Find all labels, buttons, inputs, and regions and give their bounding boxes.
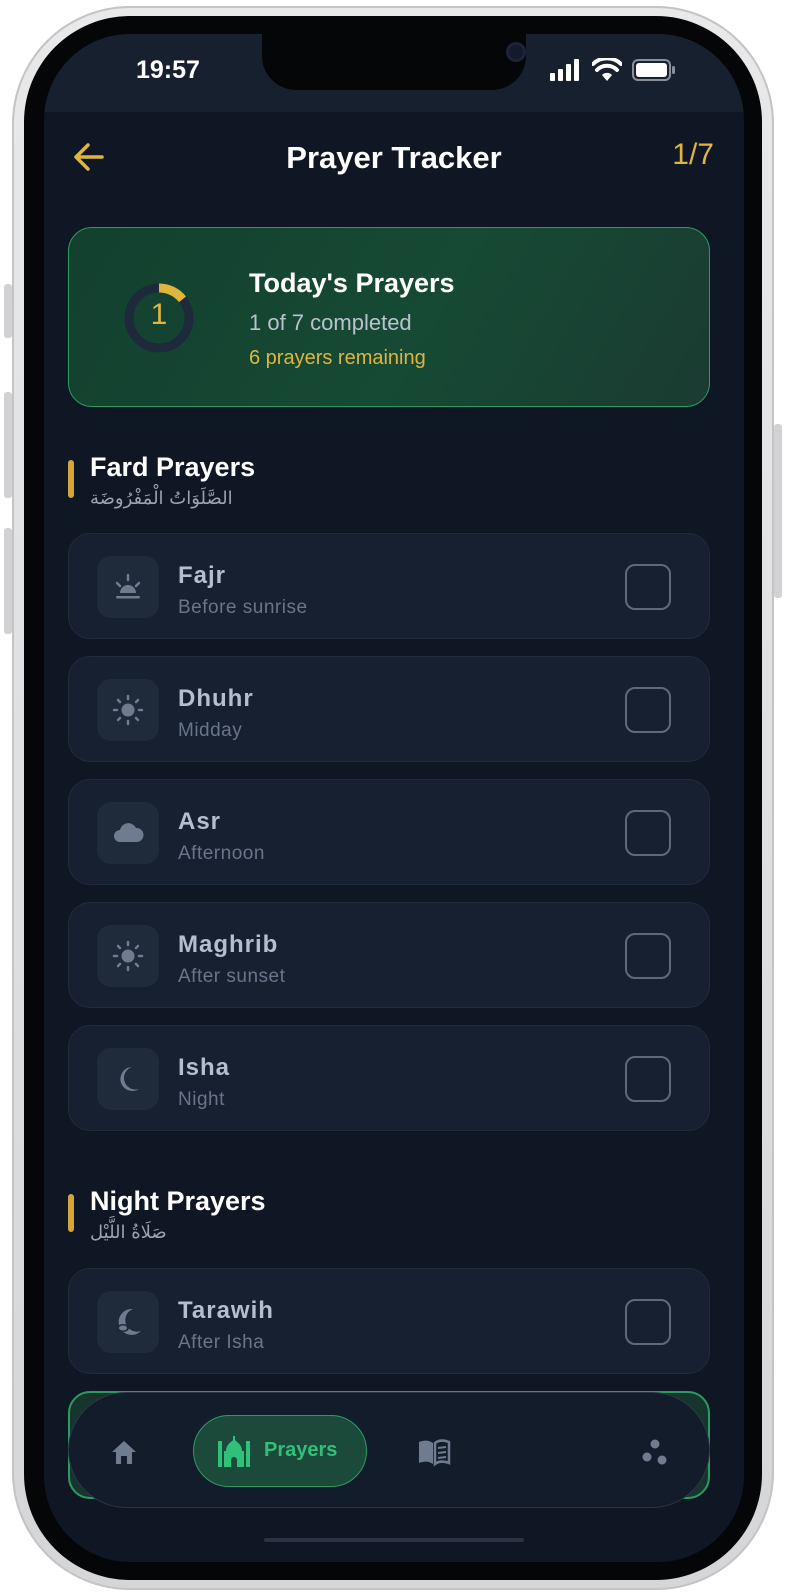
prayer-name: Tarawih [178, 1297, 274, 1324]
moon-icon[interactable] [531, 1437, 561, 1467]
moon-stars-icon [97, 1291, 159, 1353]
prayer-card-asr[interactable]: Asr Afternoon [68, 779, 710, 885]
top-bar: Prayer Tracker 1/7 [44, 112, 744, 202]
prayer-card-maghrib[interactable]: Maghrib After sunset [68, 902, 710, 1008]
camera [506, 42, 526, 62]
prayer-checkbox[interactable] [625, 1299, 671, 1345]
progress-count: 1/7 [672, 138, 714, 171]
section-title: Night Prayers [90, 1186, 266, 1216]
mosque-icon [218, 1436, 250, 1467]
prayer-checkbox[interactable] [625, 564, 671, 610]
prayer-card-dhuhr[interactable]: Dhuhr Midday [68, 656, 710, 762]
nav-item-prayers-label: Prayers [264, 1439, 338, 1461]
prayer-checkbox[interactable] [625, 1056, 671, 1102]
status-icons [550, 58, 676, 82]
silent-switch [4, 284, 12, 338]
moon-icon [97, 1048, 159, 1110]
prayer-name: Maghrib [178, 931, 279, 958]
progress-ring-value: 1 [150, 298, 168, 331]
status-time: 19:57 [136, 56, 200, 84]
summary-remaining: 6 prayers remaining [249, 347, 426, 369]
sunrise-icon [97, 556, 159, 618]
screen: 19:57 Prayer Tracker 1/7 1 Today's Praye… [44, 34, 744, 1562]
summary-title: Today's Prayers [249, 268, 455, 298]
power-button [774, 424, 782, 598]
dots-icon[interactable] [639, 1437, 669, 1467]
prayer-name: Isha [178, 1054, 231, 1081]
cloud-icon [97, 802, 159, 864]
home-indicator [264, 1538, 524, 1542]
section-accent-bar [68, 460, 74, 498]
section-accent-bar [68, 1194, 74, 1232]
section-arabic-title: صَلَاةُ اللَّيْل [90, 1222, 167, 1243]
battery-icon [632, 59, 675, 81]
page-title: Prayer Tracker [286, 140, 502, 175]
summary-completed: 1 of 7 completed [249, 310, 412, 335]
prayer-time: Midday [178, 720, 243, 741]
prayer-name: Asr [178, 808, 222, 835]
sun-icon [97, 679, 159, 741]
prayer-card-fajr[interactable]: Fajr Before sunrise [68, 533, 710, 639]
prayer-card-tarawih[interactable]: Tarawih After Isha [68, 1268, 710, 1374]
signal-icon [550, 59, 579, 81]
section-arabic-title: الصَّلَوَاتُ الْمَفْرُوضَة [90, 488, 233, 509]
home-icon[interactable] [109, 1437, 139, 1467]
prayer-time: Night [178, 1089, 225, 1110]
prayer-time: Before sunrise [178, 597, 308, 618]
section-title: Fard Prayers [90, 452, 256, 482]
prayer-time: After sunset [178, 966, 286, 987]
prayer-checkbox[interactable] [625, 687, 671, 733]
prayer-name: Dhuhr [178, 685, 254, 712]
today-summary-card: 1 Today's Prayers 1 of 7 completed 6 pra… [68, 227, 710, 407]
sun-icon [97, 925, 159, 987]
prayer-name: Fajr [178, 562, 227, 589]
prayer-checkbox[interactable] [625, 933, 671, 979]
prayer-time: Afternoon [178, 843, 265, 864]
volume-down-button [4, 528, 12, 634]
prayer-card-isha[interactable]: Isha Night [68, 1025, 710, 1131]
bottom-nav: Prayers [68, 1392, 710, 1508]
prayer-checkbox[interactable] [625, 810, 671, 856]
volume-up-button [4, 392, 12, 498]
nav-item-prayers[interactable]: Prayers [193, 1415, 367, 1487]
notch [262, 34, 526, 90]
book-icon[interactable] [417, 1437, 451, 1467]
wifi-icon [592, 58, 622, 81]
prayer-time: After Isha [178, 1332, 265, 1353]
